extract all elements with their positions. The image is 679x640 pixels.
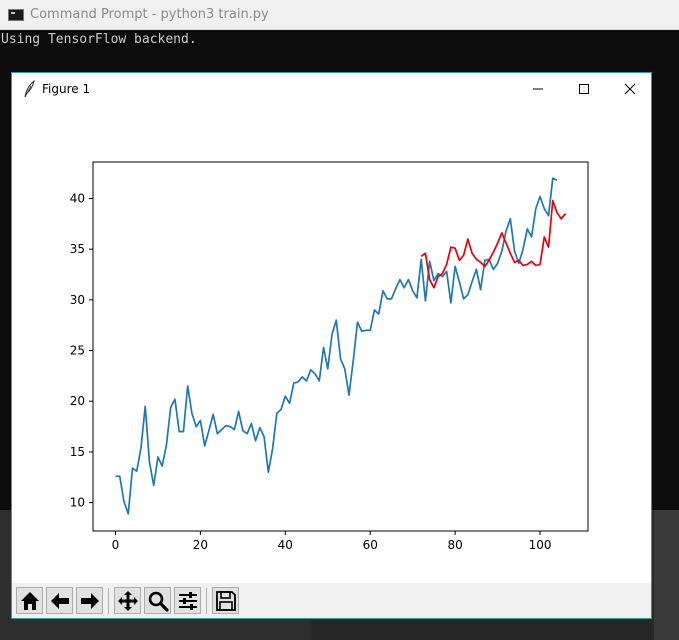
- y-tick-label: 40: [70, 191, 85, 205]
- plot-canvas[interactable]: 0 20 40 60 80 100 10 15 20 25 30 35 40: [12, 105, 651, 583]
- pan-button[interactable]: [114, 587, 141, 614]
- figure-titlebar[interactable]: Figure 1: [12, 73, 651, 105]
- toolbar-separator: [206, 587, 207, 614]
- configure-subplots-button[interactable]: [174, 587, 201, 614]
- y-tick-label: 15: [70, 445, 85, 459]
- save-button[interactable]: [212, 587, 239, 614]
- save-icon: [215, 590, 236, 611]
- figure-window: Figure 1 0 20 40 60 80 100 10 15 20 25 30 35 40: [11, 72, 652, 619]
- y-tick-label: 10: [70, 496, 85, 510]
- zoom-button[interactable]: [144, 587, 171, 614]
- home-icon: [20, 591, 39, 610]
- y-tick-label: 35: [70, 242, 85, 256]
- series-line-predicted: [420, 199, 567, 289]
- maximize-button[interactable]: [561, 73, 607, 105]
- pan-icon: [117, 590, 138, 611]
- back-arrow-icon: [50, 592, 69, 609]
- y-tick-label: 25: [70, 344, 85, 358]
- x-tick-label: 20: [193, 538, 208, 552]
- cmd-icon: [8, 8, 24, 21]
- zoom-icon: [148, 591, 169, 612]
- close-icon: [624, 83, 636, 95]
- cmd-titlebar: Command Prompt - python3 train.py: [0, 0, 679, 30]
- forward-arrow-icon: [80, 592, 99, 609]
- close-button[interactable]: [607, 73, 653, 105]
- forward-button[interactable]: [76, 587, 103, 614]
- series-line-actual: [115, 177, 558, 515]
- console-output-line: Using TensorFlow backend.: [1, 32, 197, 47]
- axes-frame: [92, 161, 589, 532]
- cmd-window-title: Command Prompt - python3 train.py: [30, 7, 269, 22]
- navigation-toolbar: [12, 583, 651, 618]
- y-tick-label: 30: [70, 293, 85, 307]
- x-tick-label: 40: [278, 538, 293, 552]
- background-scrollbar[interactable]: [654, 510, 679, 640]
- feather-icon: [24, 80, 35, 98]
- home-button[interactable]: [16, 587, 43, 614]
- back-button[interactable]: [46, 587, 73, 614]
- line-chart: 0 20 40 60 80 100 10 15 20 25 30 35 40: [70, 161, 589, 552]
- x-tick-label: 0: [112, 538, 120, 552]
- minimize-icon: [533, 88, 543, 90]
- minimize-button[interactable]: [515, 73, 561, 105]
- figure-title: Figure 1: [42, 82, 91, 96]
- x-tick-label: 80: [447, 538, 462, 552]
- toolbar-separator: [108, 587, 109, 614]
- y-tick-label: 20: [70, 394, 85, 408]
- x-tick-label: 60: [363, 538, 378, 552]
- x-tick-label: 100: [529, 538, 552, 552]
- maximize-icon: [579, 84, 589, 94]
- configure-subplots-icon: [178, 591, 197, 610]
